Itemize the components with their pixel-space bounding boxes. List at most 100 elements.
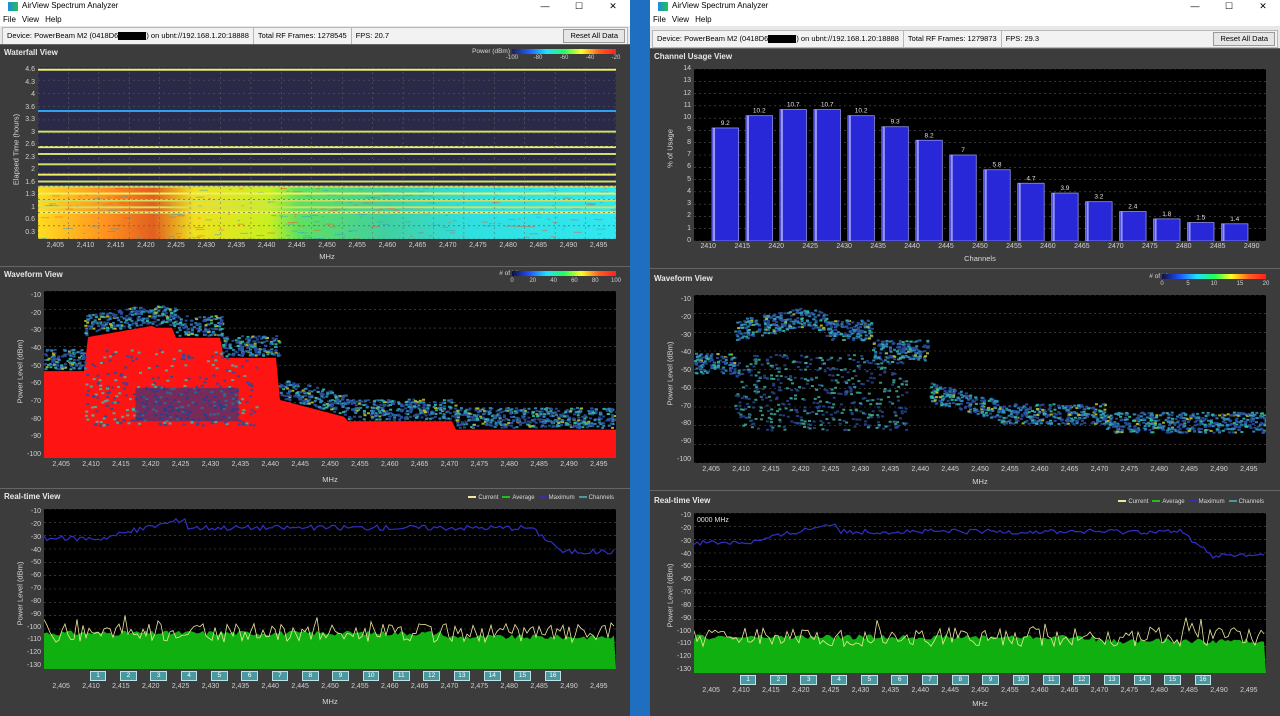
channel-marker[interactable]: 1 bbox=[89, 671, 107, 681]
usage-bar[interactable] bbox=[915, 139, 943, 241]
channel-marker[interactable]: 15 bbox=[1164, 675, 1181, 685]
usage-bar[interactable] bbox=[1187, 222, 1215, 241]
x-tick-label: 2,415 bbox=[112, 461, 130, 468]
x-tick-label: 2,405 bbox=[702, 466, 720, 473]
channel-marker[interactable]: 8 bbox=[951, 675, 969, 685]
close-icon[interactable]: ✕ bbox=[596, 0, 630, 13]
channel-marker[interactable]: 9 bbox=[332, 671, 349, 681]
channel-marker[interactable]: 6 bbox=[241, 671, 258, 681]
channel-marker[interactable]: 11 bbox=[392, 671, 410, 681]
waveform-plot[interactable] bbox=[694, 295, 1266, 463]
channel-marker[interactable]: 14 bbox=[1133, 675, 1151, 685]
title-bar: AirView Spectrum Analyzer — ☐ ✕ bbox=[650, 0, 1280, 13]
menu-file[interactable]: File bbox=[650, 15, 669, 24]
maximize-icon[interactable]: ☐ bbox=[562, 0, 596, 13]
x-tick-label: 2,405 bbox=[702, 687, 720, 694]
minimize-icon[interactable]: — bbox=[528, 0, 562, 13]
bar-value-label: 4.7 bbox=[1026, 175, 1035, 182]
menu-help[interactable]: Help bbox=[692, 15, 714, 24]
x-tick-label: 2,495 bbox=[1240, 466, 1258, 473]
menu-file[interactable]: File bbox=[0, 15, 19, 24]
channel-marker[interactable]: 5 bbox=[861, 675, 878, 685]
x-tick-label: 2440 bbox=[904, 243, 920, 250]
menu-view[interactable]: View bbox=[669, 15, 692, 24]
channel-marker[interactable]: 10 bbox=[362, 671, 380, 681]
x-tick-label: 2,435 bbox=[881, 466, 900, 473]
channel-marker[interactable]: 12 bbox=[423, 671, 440, 681]
usage-bar[interactable] bbox=[745, 115, 773, 241]
usage-bar[interactable] bbox=[847, 115, 875, 241]
legend-tick-label: 60 bbox=[571, 278, 578, 284]
channel-marker[interactable]: 2 bbox=[120, 671, 137, 681]
waveform-plot[interactable] bbox=[44, 291, 616, 458]
realtime-plot[interactable] bbox=[44, 509, 616, 669]
channel-marker[interactable]: 11 bbox=[1042, 675, 1060, 685]
reset-all-data-button[interactable]: Reset All Data bbox=[563, 29, 625, 43]
channel-marker[interactable]: 9 bbox=[982, 675, 999, 685]
channel-usage-chart[interactable]: 9.2 10.2 10.7 10.7 10.2 9.3 8.2 7 5.8 4.7 3.9 3.2 2.… bbox=[694, 69, 1266, 241]
bar-value-label: 1.5 bbox=[1196, 215, 1205, 222]
close-icon[interactable]: ✕ bbox=[1246, 0, 1280, 13]
menu-view[interactable]: View bbox=[19, 15, 42, 24]
usage-bar[interactable] bbox=[949, 154, 977, 241]
x-tick-label: 2,425 bbox=[821, 466, 840, 473]
legend-current: Current bbox=[1128, 499, 1149, 505]
usage-bar[interactable] bbox=[1119, 211, 1147, 241]
x-tick-label: 2,460 bbox=[1030, 466, 1049, 473]
minimize-icon[interactable]: — bbox=[1178, 0, 1212, 13]
x-tick-label: 2,420 bbox=[142, 683, 160, 690]
x-tick-label: 2,465 bbox=[410, 461, 429, 468]
maximize-icon[interactable]: ☐ bbox=[1212, 0, 1246, 13]
x-tick-label: 2,495 bbox=[590, 683, 608, 690]
channel-marker[interactable]: 15 bbox=[514, 671, 531, 681]
rf-frames: Total RF Frames: 1279873 bbox=[904, 31, 1002, 47]
info-bar: Device: PowerBeam M2 (0418D6) on ubnt://… bbox=[2, 27, 628, 45]
channel-marker[interactable]: 16 bbox=[544, 671, 562, 681]
channel-marker[interactable]: 4 bbox=[830, 675, 848, 685]
realtime-plot[interactable] bbox=[694, 513, 1266, 673]
channel-marker[interactable]: 1 bbox=[739, 675, 757, 685]
channel-marker[interactable]: 5 bbox=[211, 671, 228, 681]
channel-marker[interactable]: 14 bbox=[483, 671, 501, 681]
channel-marker[interactable]: 13 bbox=[1103, 675, 1121, 685]
channel-marker[interactable]: 6 bbox=[891, 675, 908, 685]
usage-bar[interactable] bbox=[711, 127, 739, 241]
channel-marker[interactable]: 2 bbox=[770, 675, 787, 685]
channel-marker[interactable]: 8 bbox=[301, 671, 319, 681]
usage-bar[interactable] bbox=[1085, 201, 1113, 241]
x-tick-label: 2,440 bbox=[261, 683, 280, 690]
x-tick-label: 2,460 bbox=[1030, 687, 1049, 694]
channel-marker[interactable]: 7 bbox=[921, 675, 939, 685]
hits-legend-bar bbox=[512, 271, 616, 276]
y-tick-label: -130 bbox=[676, 666, 691, 673]
reset-all-data-button[interactable]: Reset All Data bbox=[1213, 32, 1275, 46]
menu-help[interactable]: Help bbox=[42, 15, 64, 24]
bar-highlight bbox=[848, 115, 851, 241]
x-tick-label: 2,440 bbox=[257, 242, 276, 249]
usage-bar[interactable] bbox=[813, 109, 841, 241]
channel-marker[interactable]: 16 bbox=[1194, 675, 1212, 685]
usage-bar[interactable] bbox=[1221, 223, 1249, 241]
usage-bar[interactable] bbox=[779, 109, 807, 241]
app-icon bbox=[658, 2, 668, 11]
bar-value-label: 9.3 bbox=[891, 119, 900, 126]
usage-bar[interactable] bbox=[1017, 182, 1045, 241]
channel-marker[interactable]: 4 bbox=[180, 671, 198, 681]
x-tick-label: 2,420 bbox=[792, 687, 810, 694]
y-tick-label: 4.3 bbox=[25, 78, 35, 86]
channel-marker[interactable]: 10 bbox=[1012, 675, 1030, 685]
channel-marker[interactable]: 3 bbox=[150, 671, 168, 681]
usage-bar[interactable] bbox=[881, 126, 909, 241]
right-window: AirView Spectrum Analyzer — ☐ ✕ File View… bbox=[650, 0, 1280, 716]
waterfall-plot[interactable] bbox=[38, 67, 616, 239]
usage-bar[interactable] bbox=[1051, 192, 1079, 241]
channel-marker[interactable]: 3 bbox=[800, 675, 818, 685]
x-tick-label: 2,465 bbox=[1060, 687, 1079, 694]
legend-tick-label: 15 bbox=[1236, 281, 1244, 287]
usage-bar[interactable] bbox=[1153, 218, 1181, 241]
usage-bar[interactable] bbox=[983, 169, 1011, 241]
channel-marker[interactable]: 12 bbox=[1073, 675, 1090, 685]
channel-marker[interactable]: 7 bbox=[271, 671, 289, 681]
legend-tick-label: 40 bbox=[550, 278, 557, 284]
channel-marker[interactable]: 13 bbox=[453, 671, 471, 681]
